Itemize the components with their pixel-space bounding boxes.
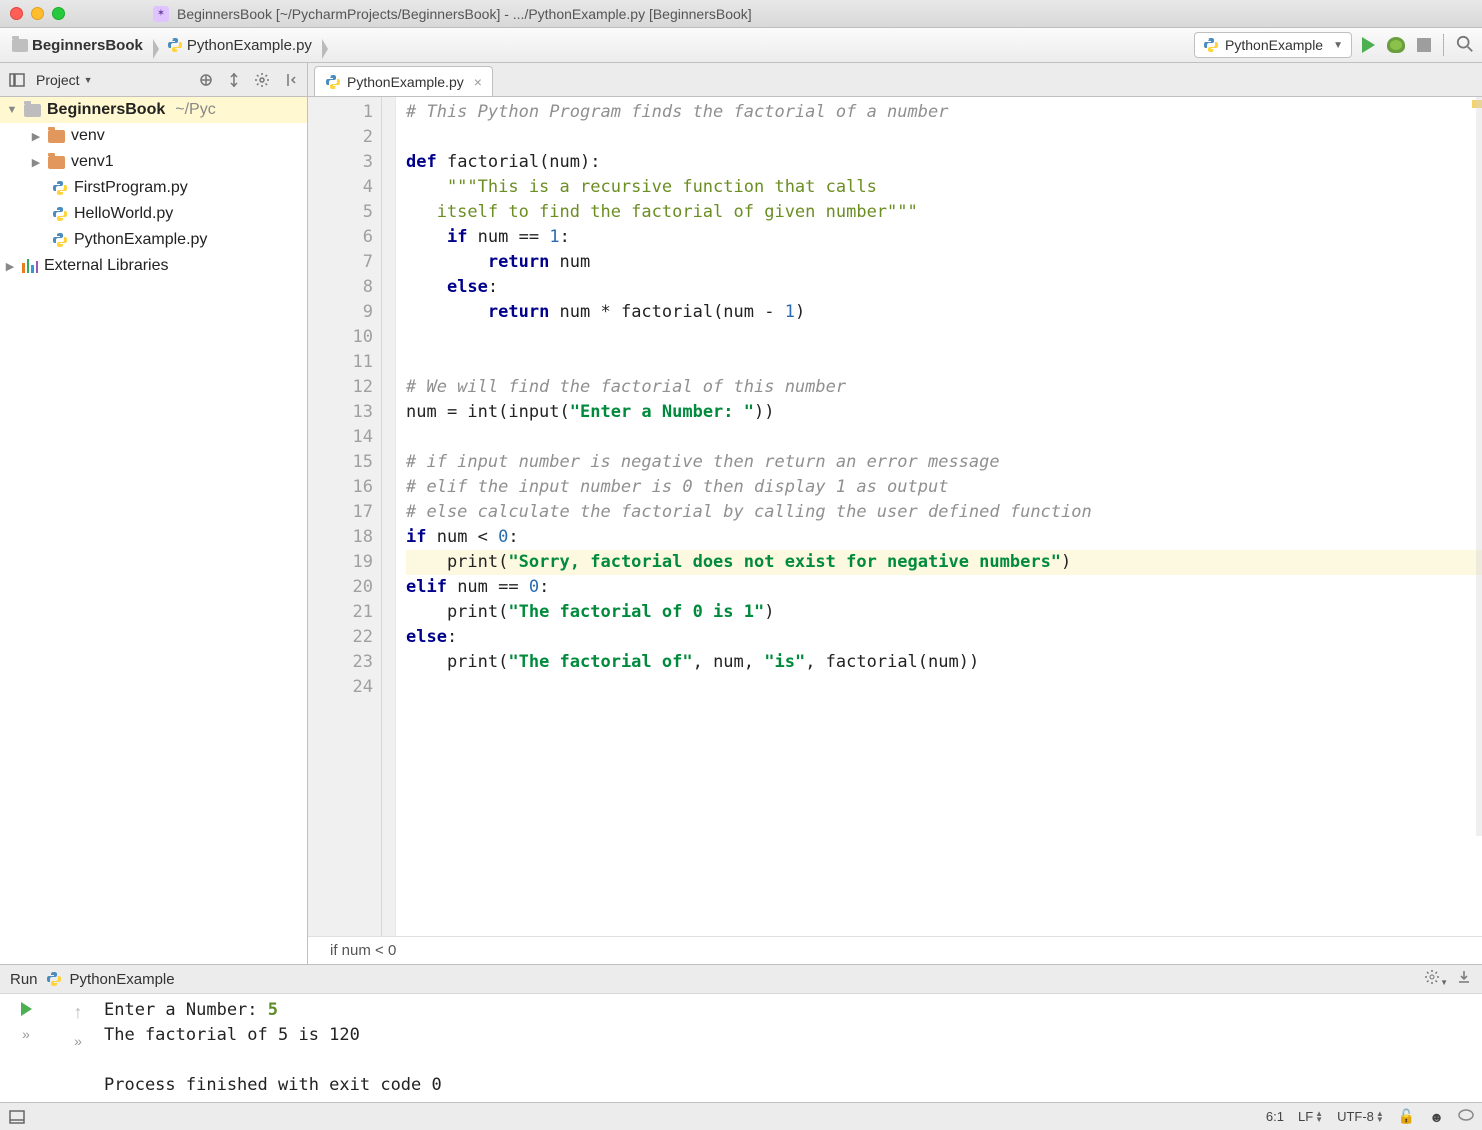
close-tab-button[interactable]: × xyxy=(474,74,482,90)
rerun-button[interactable] xyxy=(21,1002,32,1016)
editor-breadcrumbs[interactable]: if num < 0 xyxy=(308,936,1482,964)
expand-arrow-icon[interactable] xyxy=(6,104,18,116)
settings-gear-button[interactable] xyxy=(253,71,271,89)
zoom-window-button[interactable] xyxy=(52,7,65,20)
tree-item-label: FirstProgram.py xyxy=(74,179,188,197)
folder-icon xyxy=(24,104,41,117)
line-number-gutter[interactable]: 123456789101112131415161718192021222324 xyxy=(308,97,382,936)
tree-item-label: venv xyxy=(71,127,105,145)
tree-root-path: ~/Pyc xyxy=(175,101,215,119)
python-file-icon xyxy=(325,74,341,90)
scrollbar[interactable] xyxy=(1476,97,1482,836)
breadcrumb-file[interactable]: PythonExample.py xyxy=(163,37,322,54)
tree-item-label: HelloWorld.py xyxy=(74,205,173,223)
hide-tool-window-button[interactable] xyxy=(281,71,299,89)
run-tool-window: Run PythonExample ▼ » ↑ » Enter a Number… xyxy=(0,964,1482,1102)
window-title: BeginnersBook [~/PycharmProjects/Beginne… xyxy=(177,6,1472,22)
more-run-actions-icon[interactable]: » xyxy=(22,1026,30,1042)
python-file-icon xyxy=(52,232,68,248)
navigation-bar: BeginnersBook PythonExample.py PythonExa… xyxy=(0,28,1482,63)
tree-root-label: BeginnersBook xyxy=(47,101,165,119)
window-titlebar: ✶ BeginnersBook [~/PycharmProjects/Begin… xyxy=(0,0,1482,28)
project-view-selector[interactable]: Project ▼ xyxy=(36,72,93,88)
minimize-window-button[interactable] xyxy=(31,7,44,20)
tree-item-label: venv1 xyxy=(71,153,114,171)
expand-arrow-icon[interactable] xyxy=(4,260,16,273)
editor-breadcrumb-text: if num < 0 xyxy=(330,942,396,959)
up-stack-button[interactable]: ↑ xyxy=(74,1002,83,1023)
more-console-actions-icon[interactable]: » xyxy=(74,1033,82,1049)
editor-tabs: PythonExample.py × xyxy=(308,63,1482,96)
project-view-label: Project xyxy=(36,72,80,88)
tree-item-label: External Libraries xyxy=(44,257,169,275)
code-content[interactable]: # This Python Program finds the factoria… xyxy=(396,97,1482,936)
run-button[interactable] xyxy=(1362,37,1375,53)
fold-gutter[interactable] xyxy=(382,97,396,936)
breadcrumb-file-label: PythonExample.py xyxy=(187,37,312,54)
download-button[interactable] xyxy=(1456,969,1472,989)
run-configuration-selector[interactable]: PythonExample ▼ xyxy=(1194,32,1352,58)
expand-arrow-icon[interactable] xyxy=(30,130,42,143)
project-tool-header: Project ▼ xyxy=(0,63,308,96)
tree-folder-venv[interactable]: venv xyxy=(0,123,307,149)
hector-icon[interactable]: ☻ xyxy=(1429,1109,1444,1125)
project-view-icon[interactable] xyxy=(8,71,26,89)
tree-root[interactable]: BeginnersBook ~/Pyc xyxy=(0,97,307,123)
file-encoding-selector[interactable]: UTF-8▲▼ xyxy=(1337,1109,1384,1124)
chevron-down-icon: ▼ xyxy=(1333,40,1343,51)
libraries-icon xyxy=(22,259,38,273)
close-window-button[interactable] xyxy=(10,7,23,20)
tree-file[interactable]: FirstProgram.py xyxy=(0,175,307,201)
separator xyxy=(1443,34,1444,56)
tree-folder-venv1[interactable]: venv1 xyxy=(0,149,307,175)
stop-button[interactable] xyxy=(1417,38,1431,52)
expand-arrow-icon[interactable] xyxy=(30,156,42,169)
breadcrumb-project-label: BeginnersBook xyxy=(32,37,143,54)
python-file-icon xyxy=(46,971,62,987)
collapse-all-button[interactable] xyxy=(225,71,243,89)
editor-tab-active[interactable]: PythonExample.py × xyxy=(314,66,493,96)
pycharm-icon: ✶ xyxy=(153,6,169,22)
run-panel-title: Run xyxy=(10,971,38,988)
chevron-down-icon: ▼ xyxy=(84,75,93,85)
python-file-icon xyxy=(167,37,183,53)
breadcrumb-project[interactable]: BeginnersBook xyxy=(8,37,153,54)
editor-tab-label: PythonExample.py xyxy=(347,74,464,90)
tree-external-libraries[interactable]: External Libraries xyxy=(0,253,307,279)
tree-file[interactable]: PythonExample.py xyxy=(0,227,307,253)
cursor-position[interactable]: 6:1 xyxy=(1266,1109,1284,1124)
run-config-name: PythonExample xyxy=(1225,37,1323,53)
folder-icon xyxy=(48,130,65,143)
run-settings-button[interactable]: ▼ xyxy=(1424,969,1448,989)
python-file-icon xyxy=(52,180,68,196)
console-output[interactable]: Enter a Number: 5 The factorial of 5 is … xyxy=(104,994,1482,1102)
code-editor[interactable]: 123456789101112131415161718192021222324 … xyxy=(308,97,1482,964)
project-tree[interactable]: BeginnersBook ~/Pyc venv venv1 FirstProg… xyxy=(0,97,308,964)
tool-windows-button[interactable] xyxy=(8,1108,26,1126)
status-bar: 6:1 LF▲▼ UTF-8▲▼ 🔓 ☻ xyxy=(0,1102,1482,1130)
folder-icon xyxy=(48,156,65,169)
folder-icon xyxy=(12,39,28,52)
memory-indicator-icon[interactable] xyxy=(1458,1109,1474,1124)
search-everywhere-button[interactable] xyxy=(1456,35,1474,56)
line-separator-selector[interactable]: LF▲▼ xyxy=(1298,1109,1323,1124)
scroll-from-source-button[interactable] xyxy=(197,71,215,89)
python-file-icon xyxy=(1203,37,1219,53)
tree-item-label: PythonExample.py xyxy=(74,231,207,249)
tree-file[interactable]: HelloWorld.py xyxy=(0,201,307,227)
run-panel-config: PythonExample xyxy=(70,971,175,988)
debug-button[interactable] xyxy=(1387,37,1405,53)
readonly-toggle[interactable]: 🔓 xyxy=(1398,1108,1415,1125)
python-file-icon xyxy=(52,206,68,222)
breadcrumb: BeginnersBook PythonExample.py xyxy=(8,37,322,54)
